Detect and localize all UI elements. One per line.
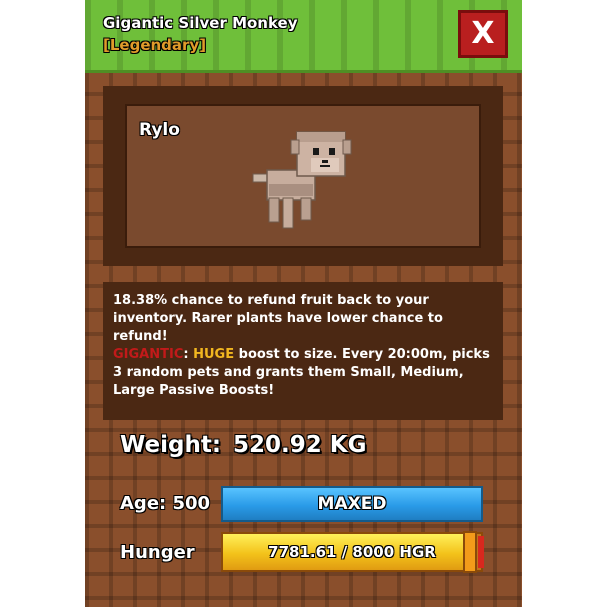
panel-header: Gigantic Silver Monkey [Legendary] X <box>85 0 522 73</box>
close-icon[interactable]: X <box>471 16 494 51</box>
pet-info-panel: Gigantic Silver Monkey [Legendary] X Ryl… <box>85 0 522 607</box>
close-button[interactable]: X <box>458 10 508 58</box>
gigantic-ability-text: GIGANTIC: HUGE boost to size. Every 20:0… <box>113 346 491 400</box>
pet-preview-frame: Rylo <box>103 86 503 266</box>
hunger-progress-bar: 7781.61 / 8000 HGR <box>221 532 483 572</box>
hunger-bar-text: 7781.61 / 8000 HGR <box>268 543 436 561</box>
pet-title: Gigantic Silver Monkey <box>103 14 298 32</box>
hunger-bar-end-marker <box>478 536 484 568</box>
gigantic-tag: GIGANTIC <box>113 347 184 362</box>
refund-ability-text: 18.38% chance to refund fruit back to yo… <box>113 293 443 344</box>
hunger-bar-marker <box>463 531 477 573</box>
weight-label: Weight: <box>120 432 222 458</box>
pet-name: Rylo <box>139 120 180 140</box>
rarity-label: [Legendary] <box>103 36 207 54</box>
age-label: Age: 500 <box>120 493 211 514</box>
weight-value: 520.92 KG <box>233 432 367 458</box>
huge-tag: HUGE <box>193 347 235 362</box>
age-progress-bar: MAXED <box>221 486 483 522</box>
ability-description: 18.38% chance to refund fruit back to yo… <box>103 282 503 420</box>
colon-separator: : <box>183 347 194 362</box>
hunger-label: Hunger <box>120 542 195 563</box>
age-bar-text: MAXED <box>317 494 387 514</box>
silver-monkey-pet-model <box>252 131 352 229</box>
pet-preview-viewport[interactable]: Rylo <box>125 104 481 248</box>
